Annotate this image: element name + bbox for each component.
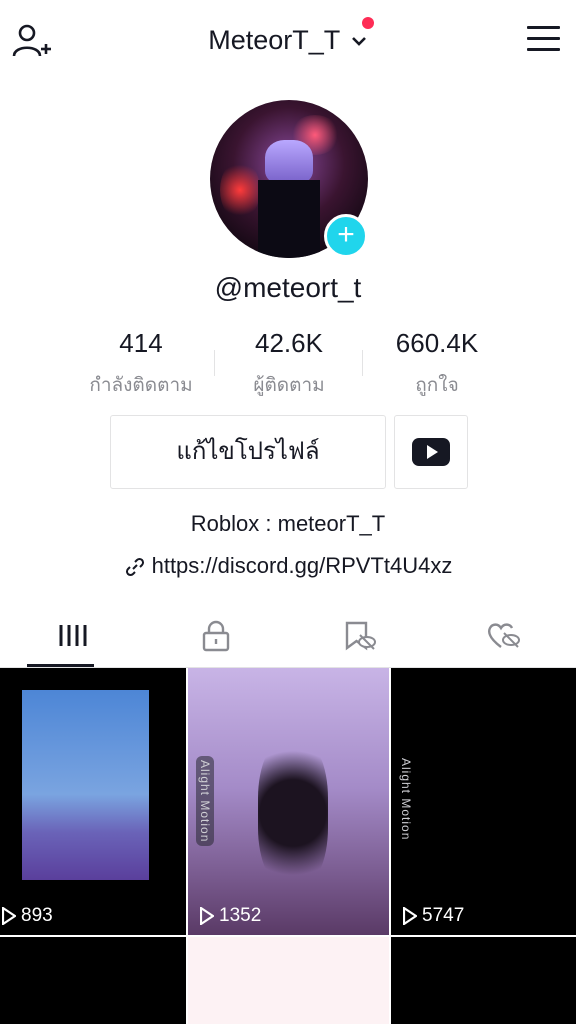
heart-eye-off-icon	[487, 623, 520, 648]
youtube-icon	[412, 438, 450, 466]
view-count: 5747	[403, 905, 464, 927]
profile-username: MeteorT_T	[208, 25, 341, 56]
link-icon	[125, 558, 144, 577]
video-tile[interactable]	[188, 937, 389, 1024]
grid-videos-icon	[59, 625, 87, 646]
play-icon	[200, 906, 214, 925]
watermark-label: Alight Motion	[196, 756, 214, 847]
notification-dot	[362, 17, 374, 29]
video-tile[interactable]: Alight Motion 1352	[188, 668, 389, 935]
video-tile[interactable]: 893	[0, 668, 186, 935]
top-bar: MeteorT_T	[0, 0, 576, 84]
profile-bio: Roblox : meteorT_T	[190, 511, 386, 536]
edit-profile-button[interactable]: แก้ไขโปรไฟล์	[110, 415, 386, 489]
following-label: กำลังติดตาม	[89, 375, 193, 396]
video-tile[interactable]: Alight Motion 5747	[391, 668, 576, 935]
play-icon	[403, 906, 417, 925]
view-count: 1352	[200, 905, 261, 927]
add-avatar-button[interactable]: +	[324, 214, 368, 258]
tab-saved[interactable]	[288, 614, 432, 666]
youtube-button[interactable]	[394, 415, 468, 489]
menu-icon[interactable]	[527, 26, 563, 56]
account-switcher[interactable]: MeteorT_T	[0, 24, 576, 56]
play-icon	[2, 906, 16, 925]
profile-link-text: https://discord.gg/RPVTt4U4xz	[151, 553, 453, 578]
followers-label: ผู้ติดตาม	[253, 375, 325, 396]
video-tile[interactable]	[0, 937, 186, 1024]
bookmark-eye-off-icon	[345, 621, 376, 651]
lock-icon	[202, 620, 230, 652]
likes-label: ถูกใจ	[415, 375, 459, 396]
tab-liked[interactable]	[432, 614, 576, 666]
likes-count: 660.4K	[395, 328, 479, 358]
watermark-label: Alight Motion	[399, 758, 413, 841]
tab-private[interactable]	[144, 614, 288, 666]
view-count: 893	[2, 905, 53, 927]
followers-count[interactable]: 42.6K	[216, 328, 362, 359]
profile-handle: @meteort_t	[214, 272, 362, 303]
following-count[interactable]: 414	[70, 328, 212, 359]
tab-videos[interactable]	[0, 614, 144, 666]
stat-divider	[214, 350, 215, 376]
stat-divider	[362, 350, 363, 376]
chevron-down-icon	[351, 36, 366, 46]
profile-link[interactable]: https://discord.gg/RPVTt4U4xz	[0, 553, 576, 579]
video-tile[interactable]	[391, 937, 576, 1024]
